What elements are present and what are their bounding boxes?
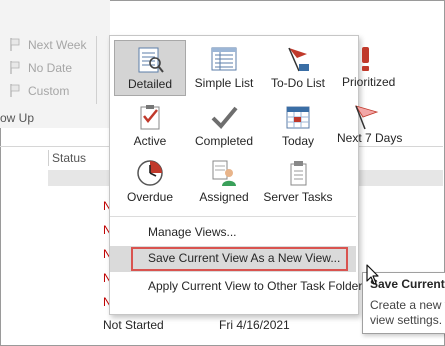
view-detailed[interactable]: Detailed (114, 40, 186, 96)
view-simple-list[interactable]: Simple List (188, 40, 260, 96)
save-current-view-label: Save Current View As a New View... (148, 251, 341, 265)
today-calendar-icon (286, 106, 310, 129)
save-current-view-item[interactable]: Save Current View As a New View... (110, 246, 356, 272)
tooltip-line-2: view settings. (370, 313, 443, 327)
tooltip-body: Create a new v view settings. (370, 298, 445, 328)
server-tasks-icon (290, 161, 307, 186)
ribbon-area: Next Week No Date Custom ow Up (0, 0, 110, 128)
completed-checkmark-icon (211, 106, 238, 129)
list-group-row (48, 170, 110, 186)
apply-current-view-label: Apply Current View to Other Task Folder (148, 279, 363, 293)
manage-views-item[interactable]: Manage Views... (110, 220, 356, 246)
task-date-cell[interactable]: Fri 4/16/2021 (219, 318, 290, 332)
view-today[interactable]: Today (262, 98, 334, 154)
list-group-row-right (355, 170, 443, 186)
view-completed-label: Completed (194, 134, 254, 148)
flag-icon (10, 38, 20, 51)
assigned-person-icon (212, 160, 236, 186)
ribbon-separator (96, 36, 97, 104)
view-server-tasks[interactable]: Server Tasks (262, 154, 334, 210)
view-overdue[interactable]: Overdue (114, 154, 186, 210)
view-completed[interactable]: Completed (188, 98, 260, 154)
view-to-do-list[interactable]: To-Do List (262, 40, 334, 96)
change-view-dropdown: Detailed Simple List To-Do List Active C… (109, 35, 379, 315)
list-header-line (0, 146, 110, 147)
view-active-label: Active (133, 134, 167, 148)
next-week-button[interactable]: Next Week (6, 37, 106, 53)
view-detailed-label: Detailed (127, 77, 173, 91)
view-overdue-label: Overdue (126, 190, 174, 204)
list-header-line-right (355, 146, 443, 147)
simple-list-icon (211, 47, 237, 71)
view-next-7-days[interactable] (336, 98, 379, 154)
view-today-label: Today (281, 134, 315, 148)
view-simple-list-label: Simple List (194, 76, 254, 90)
apply-current-view-item[interactable]: Apply Current View to Other Task Folder (110, 274, 362, 300)
custom-label: Custom (28, 84, 70, 98)
flag-icon (10, 61, 20, 74)
no-date-label: No Date (28, 61, 73, 75)
prioritized-icon (362, 47, 369, 71)
detailed-view-icon (138, 47, 164, 73)
view-active[interactable]: Active (114, 98, 186, 154)
no-date-button[interactable]: No Date (6, 60, 106, 76)
ribbon-group-label: ow Up (0, 111, 35, 125)
column-separator (48, 150, 49, 166)
mouse-cursor-icon (366, 264, 379, 285)
to-do-list-icon (288, 47, 309, 72)
custom-button[interactable]: Custom (6, 83, 106, 99)
status-column-header[interactable]: Status (52, 151, 86, 165)
next-7-days-flag-icon (355, 105, 379, 130)
active-icon (140, 105, 160, 130)
view-prioritized-label: Prioritized (342, 75, 396, 89)
overdue-clock-icon (137, 160, 163, 186)
view-assigned[interactable]: Assigned (188, 154, 260, 210)
view-to-do-list-label: To-Do List (270, 76, 326, 90)
view-server-tasks-label: Server Tasks (263, 190, 333, 204)
view-next-7-days-label: Next 7 Days (337, 131, 403, 145)
next-week-label: Next Week (28, 38, 87, 52)
task-status-cell[interactable]: Not Started (103, 318, 164, 332)
flag-icon (10, 84, 20, 97)
manage-views-label: Manage Views... (148, 225, 237, 239)
dropdown-separator (110, 216, 356, 217)
tooltip-line-1: Create a new v (370, 298, 445, 312)
view-assigned-label: Assigned (199, 190, 249, 204)
